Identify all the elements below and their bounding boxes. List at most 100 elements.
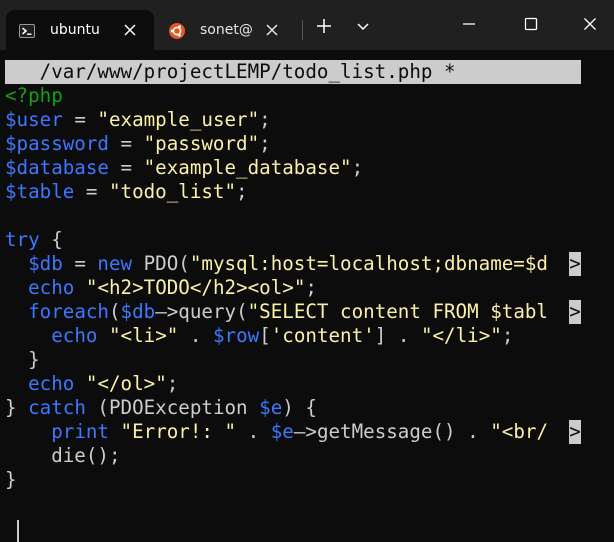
code-token: (PDOException: [85, 396, 260, 419]
tab-label: ubuntu: [50, 22, 100, 38]
tab-label: sonet@: [200, 22, 253, 38]
code-token: catch: [28, 396, 86, 419]
code-line: $user = "example_user";: [5, 108, 581, 132]
code-token: ;: [305, 276, 317, 299]
code-token: {: [39, 228, 63, 251]
code-token: "example_user": [97, 108, 260, 131]
chevron-down-icon[interactable]: [355, 18, 371, 34]
code-token: }: [5, 468, 17, 491]
code-token: PDO(: [132, 252, 190, 275]
terminal-pane[interactable]: /var/www/projectLEMP/todo_list.php * <?p…: [0, 50, 614, 542]
tab-bar: ubuntu sonet@: [0, 0, 614, 50]
code-token: print: [51, 420, 109, 443]
code-token: echo: [28, 276, 75, 299]
code-token: (: [108, 300, 121, 323]
code-token: ;: [501, 324, 514, 347]
code-token: $db: [120, 300, 156, 323]
nano-title-bar: /var/www/projectLEMP/todo_list.php *: [5, 60, 581, 84]
code-line: print "Error!: " . $e—>getMessage() . "<…: [5, 420, 581, 444]
code-token: =: [108, 156, 144, 179]
code-token: ) {: [282, 396, 317, 419]
code-line: $db = new PDO("mysql:host=localhost;dbna…: [5, 252, 581, 276]
code-token: .: [178, 324, 213, 347]
code-token: "<br/: [490, 420, 548, 443]
code-token: $table: [5, 180, 75, 203]
code-line: }: [5, 468, 581, 492]
code-token: .: [236, 420, 271, 443]
code-token: echo: [28, 372, 75, 395]
code-line: echo "<h2>TODO</h2><ol>";: [5, 276, 581, 300]
code-token: ;: [166, 372, 179, 395]
code-token: ;: [259, 132, 271, 155]
code-token: new: [97, 252, 133, 275]
code-token: $password: [5, 132, 109, 155]
code-token: =: [62, 252, 98, 275]
code-token: —>getMessage() .: [293, 420, 491, 443]
code-line: } catch (PDOException $e) {: [5, 396, 581, 420]
tab-ubuntu[interactable]: ubuntu: [6, 10, 154, 50]
code-token: echo: [51, 324, 98, 347]
terminal-window: ubuntu sonet@ /var/www/projectLEMP/todo_…: [0, 0, 614, 542]
code-token: $row: [212, 324, 260, 347]
close-icon[interactable]: [124, 24, 136, 36]
code-token: "<h2>TODO</h2><ol>": [85, 276, 306, 299]
code-token: foreach: [28, 300, 109, 323]
code-line: die();: [5, 444, 581, 468]
code-line: echo "</ol>";: [5, 372, 581, 396]
code-token: "SELECT content FROM $tabl: [247, 300, 548, 323]
plus-icon[interactable]: [316, 18, 332, 34]
code-token: [: [259, 324, 271, 347]
code-token: ;: [351, 156, 364, 179]
line-overflow-marker: >: [569, 300, 581, 324]
code-token: "</ol>": [85, 372, 167, 395]
line-overflow-marker: >: [569, 252, 581, 276]
code-line: }: [5, 348, 581, 372]
code-token: "</li>": [420, 324, 502, 347]
code-token: —>query(: [155, 300, 248, 323]
code-token: ;: [259, 108, 271, 131]
code-token: <?php: [5, 84, 63, 107]
code-token: =: [108, 132, 144, 155]
code-token: "todo_list": [108, 180, 237, 203]
code-token: $user: [5, 108, 63, 131]
terminal-icon: [19, 24, 35, 38]
tab-separator: [302, 20, 303, 40]
code-line: try {: [5, 228, 581, 252]
text-cursor: [17, 520, 19, 542]
code-token: $e: [270, 420, 294, 443]
code-token: }: [5, 348, 40, 371]
code-token: try: [5, 228, 40, 251]
tab-sonet[interactable]: sonet@: [156, 10, 296, 50]
ubuntu-logo-icon: [169, 23, 185, 39]
code-token: "password": [143, 132, 260, 155]
code-token: "mysql:host=localhost;dbname=$d: [189, 252, 548, 275]
minimize-icon[interactable]: [459, 14, 479, 34]
code-token: $database: [5, 156, 109, 179]
code-line: $database = "example_database";: [5, 156, 581, 180]
line-overflow-marker: >: [569, 420, 581, 444]
code-token: =: [62, 108, 98, 131]
close-icon[interactable]: [580, 14, 600, 34]
maximize-icon[interactable]: [521, 14, 541, 34]
code-editor[interactable]: <?php $user = "example_user"; $password = …: [5, 84, 581, 492]
code-token: "example_database": [143, 156, 352, 179]
code-line: <?php: [5, 84, 581, 108]
code-token: "Error!: ": [120, 420, 237, 443]
code-token: ] .: [374, 324, 421, 347]
code-token: ;: [236, 180, 248, 203]
code-token: }: [5, 396, 29, 419]
close-icon[interactable]: [266, 24, 278, 36]
code-token: $e: [259, 396, 283, 419]
code-token: $db: [28, 252, 63, 275]
code-line: $password = "password";: [5, 132, 581, 156]
